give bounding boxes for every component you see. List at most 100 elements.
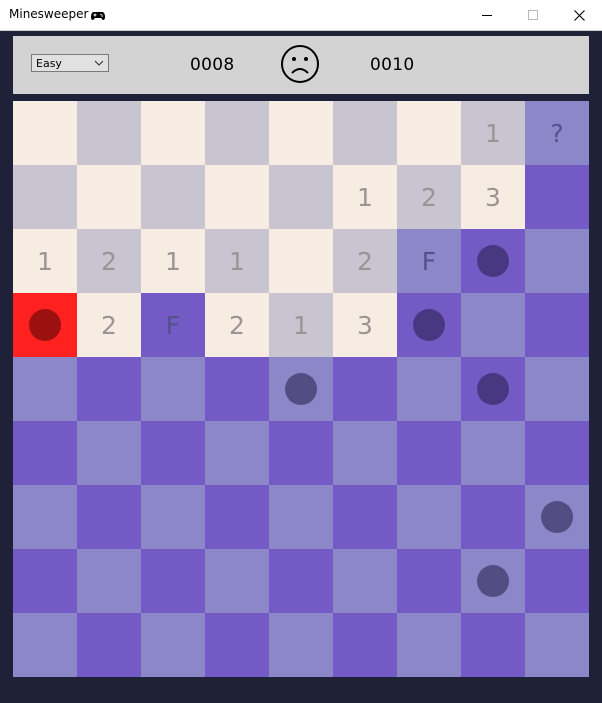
revealed-cell[interactable] xyxy=(205,165,269,229)
hidden-cell[interactable] xyxy=(141,485,205,549)
mine-icon xyxy=(541,501,573,533)
revealed-cell[interactable]: 3 xyxy=(461,165,525,229)
face-button[interactable] xyxy=(279,43,321,85)
cell-number: 1 xyxy=(165,246,181,276)
revealed-cell[interactable]: 1 xyxy=(141,229,205,293)
minimize-button[interactable] xyxy=(464,0,510,30)
hidden-cell[interactable] xyxy=(461,293,525,357)
hidden-cell[interactable] xyxy=(141,549,205,613)
question-marker: ? xyxy=(550,118,564,148)
hidden-cell[interactable] xyxy=(461,613,525,677)
revealed-cell[interactable] xyxy=(397,101,461,165)
hidden-cell[interactable] xyxy=(13,421,77,485)
hidden-cell[interactable] xyxy=(333,613,397,677)
mine-icon xyxy=(413,309,445,341)
hidden-cell[interactable] xyxy=(77,421,141,485)
hidden-cell[interactable] xyxy=(77,485,141,549)
hidden-cell[interactable] xyxy=(525,613,589,677)
mine-cell[interactable] xyxy=(525,485,589,549)
hidden-cell[interactable] xyxy=(269,485,333,549)
revealed-cell[interactable] xyxy=(269,165,333,229)
revealed-cell[interactable] xyxy=(269,229,333,293)
flagged-cell[interactable]: F xyxy=(397,229,461,293)
hidden-cell[interactable] xyxy=(397,613,461,677)
hidden-cell[interactable] xyxy=(397,357,461,421)
flagged-cell[interactable]: F xyxy=(141,293,205,357)
revealed-cell[interactable]: 2 xyxy=(205,293,269,357)
revealed-cell[interactable] xyxy=(333,101,397,165)
hidden-cell[interactable] xyxy=(77,549,141,613)
hidden-cell[interactable] xyxy=(333,357,397,421)
mine-cell[interactable] xyxy=(461,229,525,293)
revealed-cell[interactable] xyxy=(77,165,141,229)
gamepad-icon xyxy=(91,10,106,21)
revealed-cell[interactable]: 1 xyxy=(461,101,525,165)
hidden-cell[interactable] xyxy=(205,421,269,485)
title-bar-divider xyxy=(0,30,602,31)
revealed-cell[interactable]: 2 xyxy=(77,293,141,357)
hidden-cell[interactable] xyxy=(77,357,141,421)
hidden-cell[interactable] xyxy=(205,485,269,549)
mine-icon xyxy=(477,373,509,405)
hidden-cell[interactable] xyxy=(141,357,205,421)
hidden-cell[interactable] xyxy=(525,421,589,485)
flag-marker: F xyxy=(165,310,181,340)
difficulty-select[interactable]: Easy xyxy=(31,54,109,72)
hidden-cell[interactable] xyxy=(525,165,589,229)
mine-icon xyxy=(477,245,509,277)
cell-number: 1 xyxy=(229,246,245,276)
maximize-button[interactable] xyxy=(510,0,556,30)
hidden-cell[interactable] xyxy=(525,293,589,357)
hidden-cell[interactable] xyxy=(269,421,333,485)
mine-cell[interactable] xyxy=(461,549,525,613)
close-button[interactable] xyxy=(556,0,602,30)
hidden-cell[interactable] xyxy=(397,421,461,485)
hidden-cell[interactable] xyxy=(397,549,461,613)
revealed-cell[interactable] xyxy=(13,101,77,165)
revealed-cell[interactable]: 2 xyxy=(397,165,461,229)
mine-icon xyxy=(477,565,509,597)
hidden-cell[interactable] xyxy=(205,357,269,421)
mine-cell[interactable] xyxy=(461,357,525,421)
revealed-cell[interactable] xyxy=(13,165,77,229)
mine-cell[interactable] xyxy=(269,357,333,421)
question-cell[interactable]: ? xyxy=(525,101,589,165)
hidden-cell[interactable] xyxy=(141,421,205,485)
hidden-cell[interactable] xyxy=(525,357,589,421)
exploded-mine-cell[interactable] xyxy=(13,293,77,357)
hidden-cell[interactable] xyxy=(461,421,525,485)
hidden-cell[interactable] xyxy=(77,613,141,677)
cell-number: 1 xyxy=(485,118,501,148)
hidden-cell[interactable] xyxy=(13,613,77,677)
hidden-cell[interactable] xyxy=(141,613,205,677)
hidden-cell[interactable] xyxy=(461,485,525,549)
hidden-cell[interactable] xyxy=(13,549,77,613)
revealed-cell[interactable]: 2 xyxy=(77,229,141,293)
hidden-cell[interactable] xyxy=(397,485,461,549)
hidden-cell[interactable] xyxy=(13,485,77,549)
hidden-cell[interactable] xyxy=(205,613,269,677)
revealed-cell[interactable]: 2 xyxy=(333,229,397,293)
revealed-cell[interactable]: 1 xyxy=(269,293,333,357)
sad-face-icon xyxy=(281,45,319,83)
hidden-cell[interactable] xyxy=(525,229,589,293)
revealed-cell[interactable] xyxy=(269,101,333,165)
hidden-cell[interactable] xyxy=(13,357,77,421)
revealed-cell[interactable] xyxy=(141,101,205,165)
hidden-cell[interactable] xyxy=(269,613,333,677)
revealed-cell[interactable] xyxy=(141,165,205,229)
mine-cell[interactable] xyxy=(397,293,461,357)
revealed-cell[interactable] xyxy=(205,101,269,165)
hidden-cell[interactable] xyxy=(525,549,589,613)
hidden-cell[interactable] xyxy=(333,421,397,485)
hidden-cell[interactable] xyxy=(269,549,333,613)
window-title-label: Minesweeper xyxy=(9,7,89,21)
revealed-cell[interactable]: 1 xyxy=(13,229,77,293)
revealed-cell[interactable]: 1 xyxy=(333,165,397,229)
revealed-cell[interactable]: 1 xyxy=(205,229,269,293)
hidden-cell[interactable] xyxy=(333,485,397,549)
revealed-cell[interactable] xyxy=(77,101,141,165)
hidden-cell[interactable] xyxy=(333,549,397,613)
revealed-cell[interactable]: 3 xyxy=(333,293,397,357)
hidden-cell[interactable] xyxy=(205,549,269,613)
